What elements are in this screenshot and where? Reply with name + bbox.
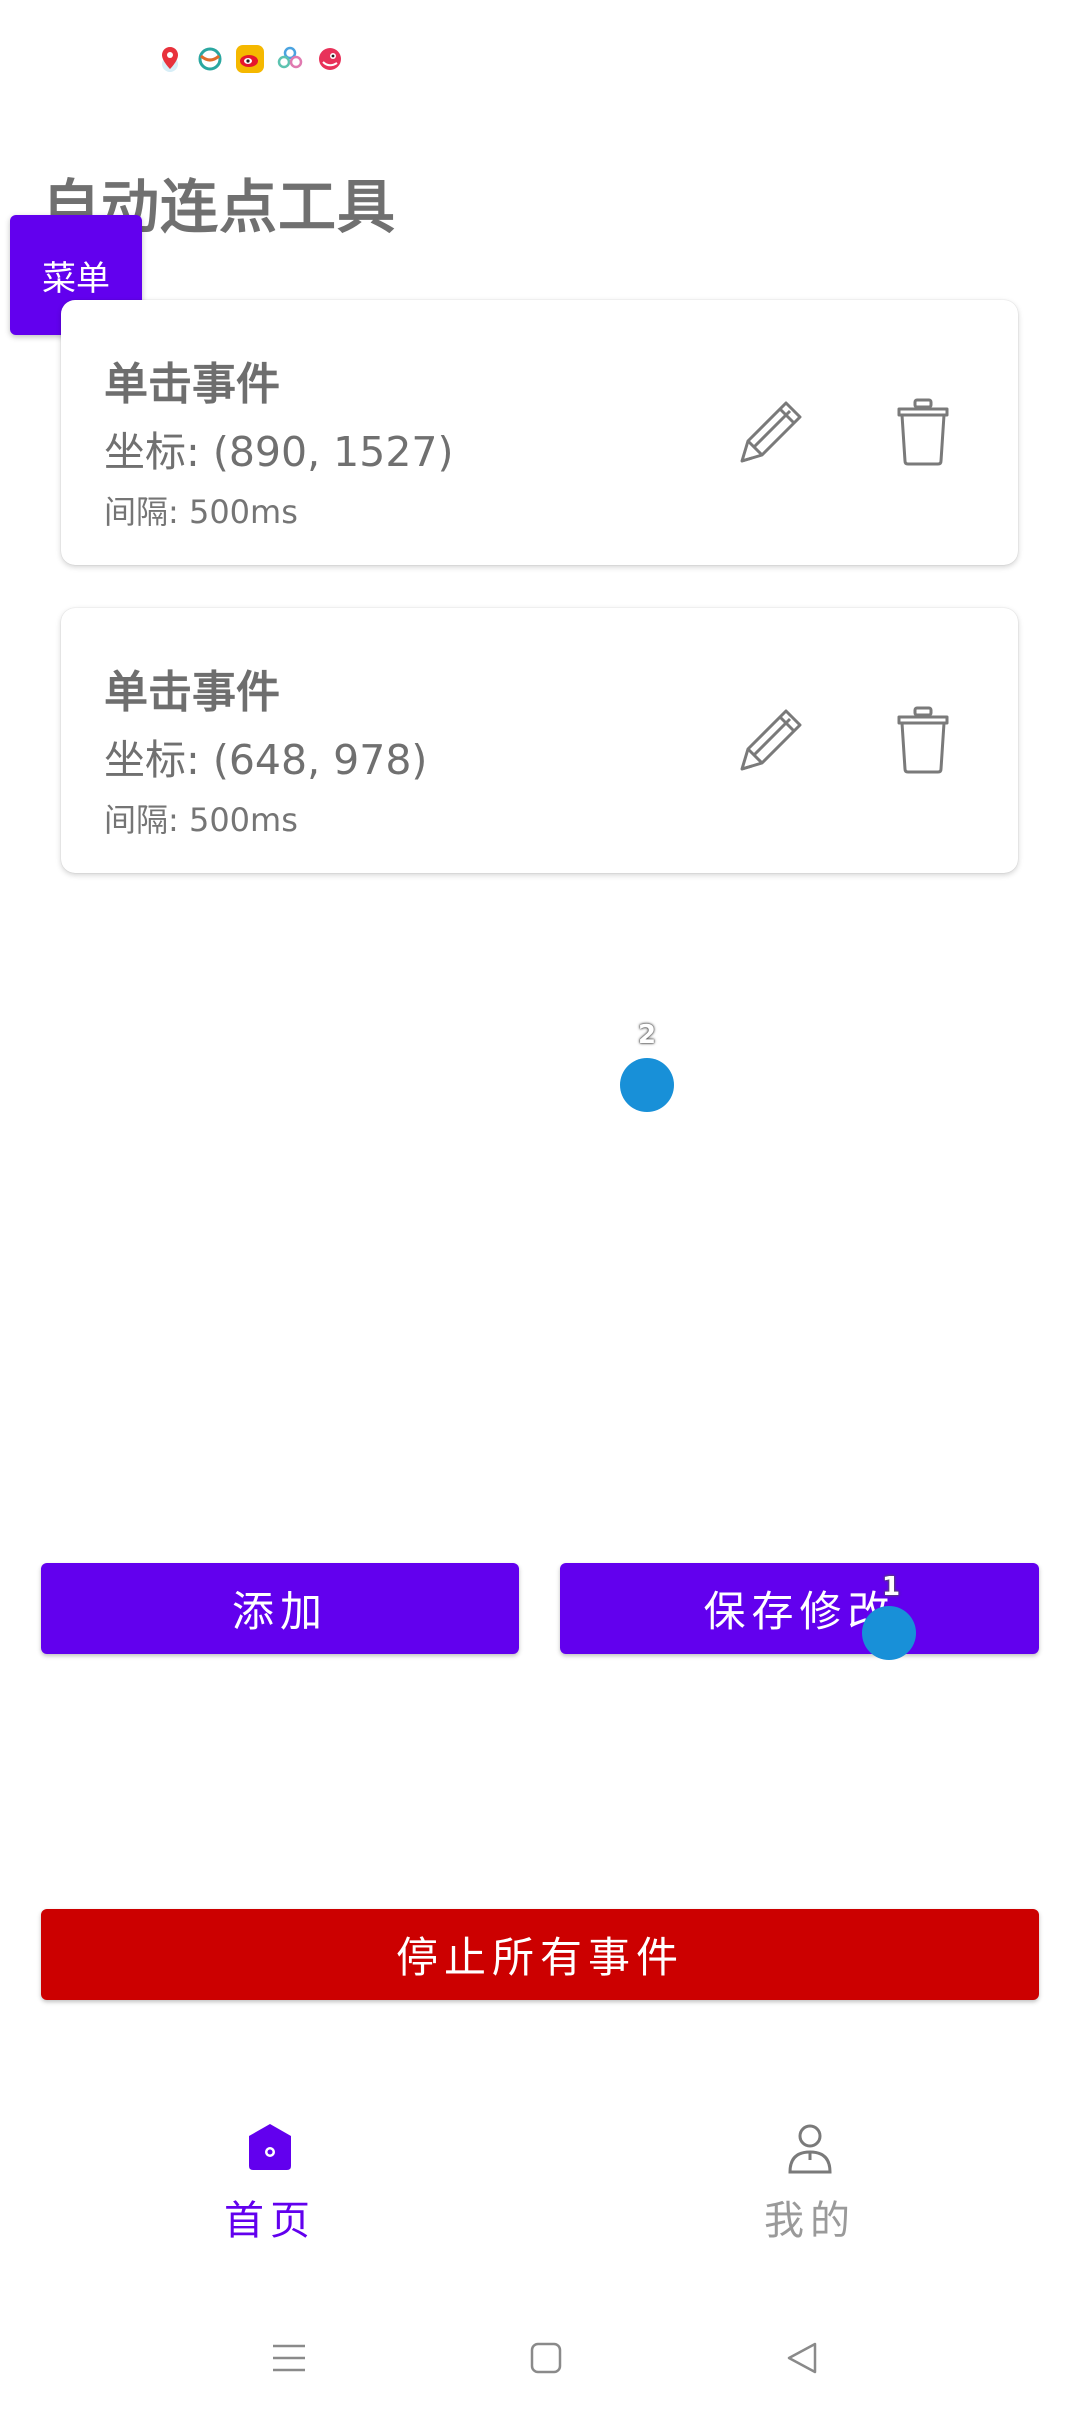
- event-card: 单击事件 坐标: (648, 978) 间隔: 500ms: [61, 608, 1018, 873]
- status-bar-icons: [155, 44, 345, 74]
- event-interval: 间隔: 500ms: [104, 801, 298, 839]
- event-coordinate: 坐标: (648, 978): [104, 736, 428, 784]
- click-marker-label: 2: [638, 1020, 657, 1050]
- delete-event-button[interactable]: [883, 700, 963, 780]
- map-pin-icon: [155, 44, 185, 74]
- home-icon: [249, 2124, 291, 2170]
- back-triangle-icon: [787, 2342, 817, 2374]
- stop-all-button[interactable]: 停止所有事件: [41, 1909, 1039, 2000]
- nav-label-home: 首页: [224, 2198, 316, 2244]
- pencil-icon: [740, 709, 802, 771]
- add-button[interactable]: 添加: [41, 1563, 519, 1654]
- globe-app-icon: [195, 44, 225, 74]
- event-interval: 间隔: 500ms: [104, 493, 298, 531]
- back-button[interactable]: [762, 2318, 842, 2398]
- save-button[interactable]: 保存修改: [560, 1563, 1039, 1654]
- click-marker-label: 1: [882, 1572, 901, 1602]
- menu-lines-icon: [273, 2344, 305, 2372]
- square-icon: [530, 2342, 562, 2374]
- person-icon: [788, 2124, 832, 2174]
- click-marker[interactable]: [620, 1058, 674, 1112]
- nav-item-profile[interactable]: 我的: [660, 2122, 960, 2246]
- edit-event-button[interactable]: [731, 392, 811, 472]
- delete-event-button[interactable]: [883, 392, 963, 472]
- recent-apps-button[interactable]: [249, 2318, 329, 2398]
- nav-item-home[interactable]: 首页: [120, 2122, 420, 2246]
- bird-app-icon: [315, 44, 345, 74]
- trash-icon: [897, 398, 949, 466]
- pencil-icon: [740, 401, 802, 463]
- event-coordinate: 坐标: (890, 1527): [104, 428, 454, 476]
- event-title: 单击事件: [104, 667, 280, 718]
- nav-label-profile: 我的: [764, 2198, 856, 2244]
- weibo-icon: [235, 44, 265, 74]
- event-title: 单击事件: [104, 359, 280, 410]
- edit-event-button[interactable]: [731, 700, 811, 780]
- click-marker[interactable]: [862, 1606, 916, 1660]
- trash-icon: [897, 706, 949, 774]
- event-card: 单击事件 坐标: (890, 1527) 间隔: 500ms: [61, 300, 1018, 565]
- clover-app-icon: [275, 44, 305, 74]
- home-system-button[interactable]: [506, 2318, 586, 2398]
